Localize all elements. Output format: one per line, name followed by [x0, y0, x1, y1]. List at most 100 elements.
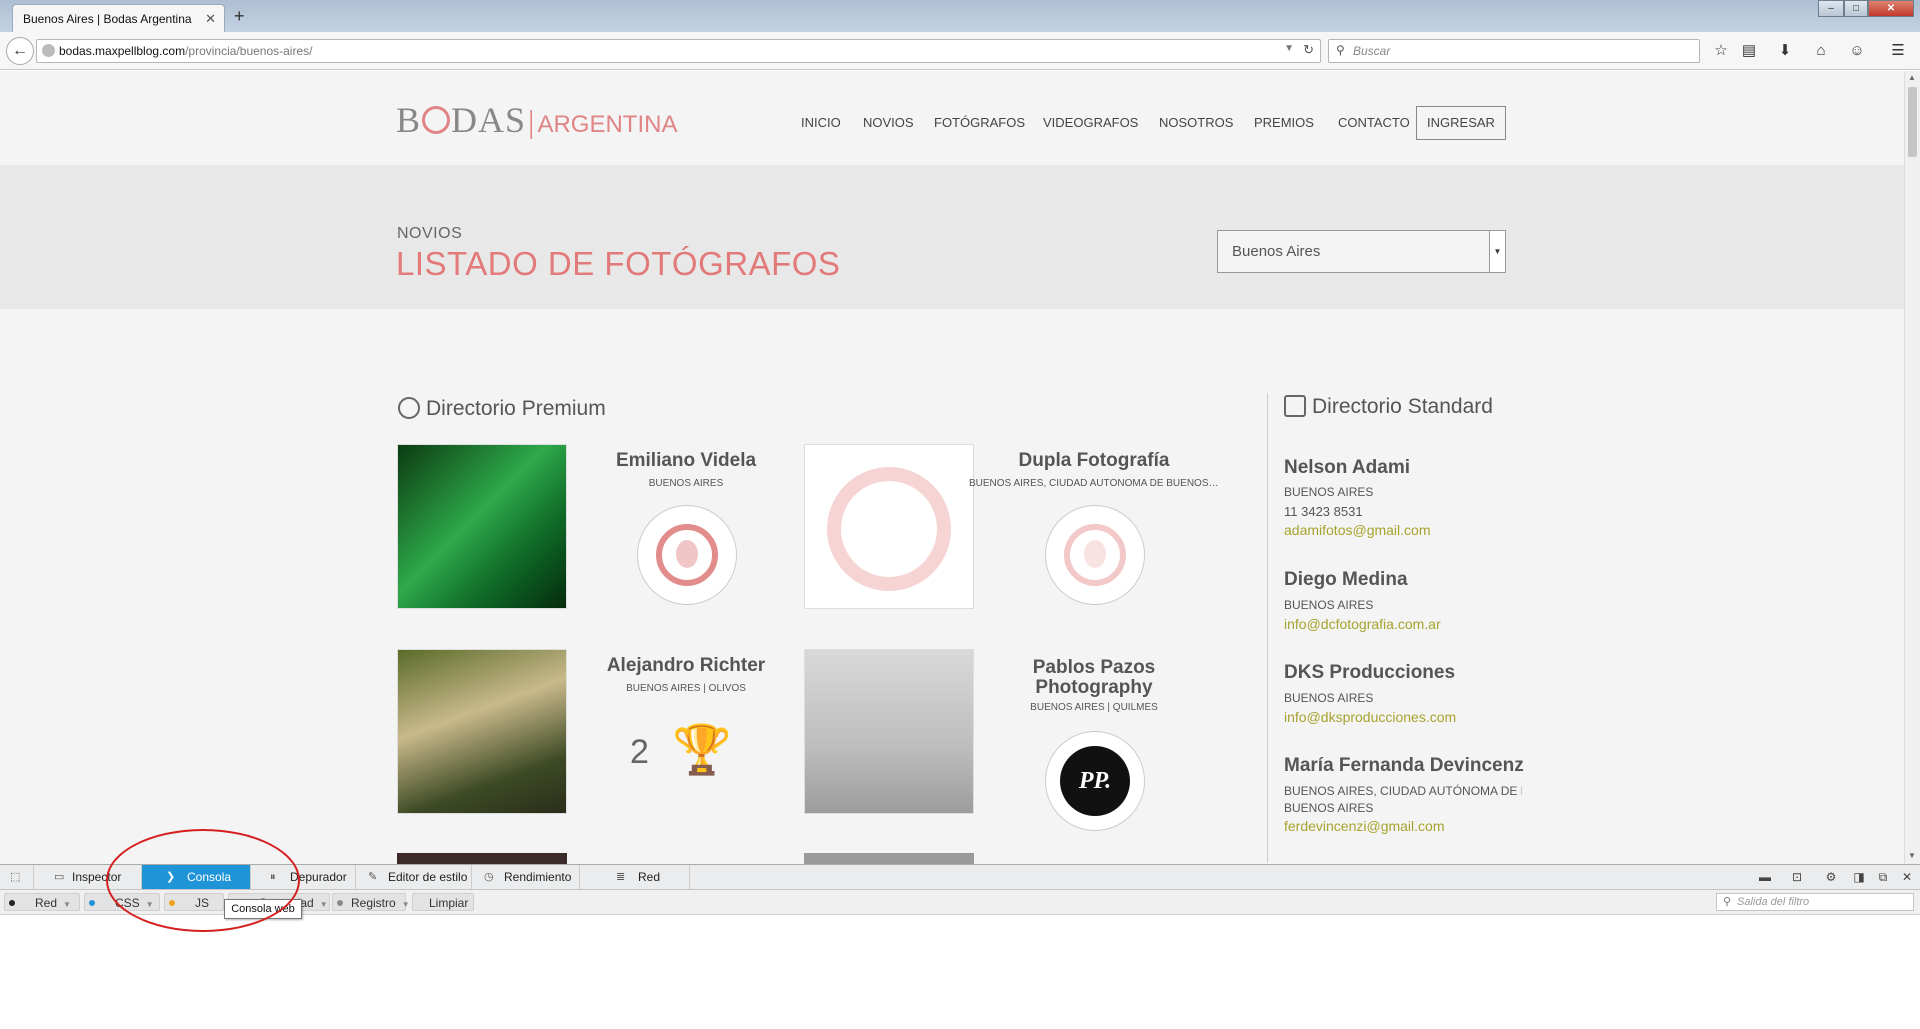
- photographer-photo[interactable]: [804, 444, 974, 609]
- nav-inicio[interactable]: INICIO: [801, 115, 841, 130]
- chevron-down-icon: ▼: [63, 900, 71, 909]
- site-identity-icon[interactable]: [42, 44, 55, 57]
- navigation-toolbar: ← bodas.maxpellblog.com/provincia/buenos…: [0, 32, 1920, 70]
- standard-location: BUENOS AIRES, CIUDAD AUTÓNOMA DE BUENOS …: [1284, 784, 1522, 798]
- settings-gear-icon[interactable]: ⚙: [1823, 869, 1839, 885]
- login-button[interactable]: INGRESAR: [1416, 106, 1506, 140]
- standard-name[interactable]: Nelson Adami: [1284, 457, 1524, 479]
- premium-heading-text: Directorio Premium: [426, 397, 606, 420]
- filter-net-button[interactable]: Red ▼: [4, 893, 80, 911]
- standard-name[interactable]: DKS Producciones: [1284, 662, 1524, 684]
- console-filter-input[interactable]: ⚲ Salida del filtro: [1716, 893, 1914, 911]
- page-scrollbar[interactable]: ▲ ▼: [1904, 71, 1920, 864]
- responsive-mode-icon[interactable]: ⊡: [1789, 869, 1805, 885]
- search-input[interactable]: ⚲ Buscar: [1328, 39, 1700, 63]
- logo-separator: |: [528, 103, 536, 139]
- name-line-1: Pablos Pazos: [1032, 657, 1156, 678]
- standard-email[interactable]: adamifotos@gmail.com: [1284, 522, 1431, 538]
- browser-tab[interactable]: Buenos Aires | Bodas Argentina ✕: [12, 4, 225, 32]
- photographer-name[interactable]: Emiliano Videla: [561, 451, 811, 471]
- hero-subtitle: NOVIOS: [397, 225, 463, 242]
- url-bar[interactable]: bodas.maxpellblog.com/provincia/buenos-a…: [36, 39, 1321, 63]
- window-close-icon[interactable]: ✕: [1868, 0, 1914, 17]
- chevron-down-icon: ▼: [401, 900, 410, 909]
- tab-style-editor[interactable]: ✎ Editor de estilo: [364, 865, 472, 889]
- photographer-photo[interactable]: [804, 649, 974, 814]
- photographer-name[interactable]: Dupla Fotografía: [969, 451, 1219, 471]
- tab-performance[interactable]: ◷ Rendimiento: [480, 865, 580, 889]
- element-picker-icon[interactable]: ⬚: [0, 865, 34, 889]
- scrollbar-thumb[interactable]: [1908, 87, 1917, 157]
- award-count: 2: [630, 733, 649, 771]
- scroll-down-icon[interactable]: ▼: [1908, 851, 1916, 860]
- photographer-photo[interactable]: [397, 444, 567, 609]
- filter-log-button[interactable]: Registro ▼: [332, 893, 410, 911]
- photographer-name[interactable]: Pablos Pazos Photography: [969, 658, 1219, 698]
- url-history-dropdown-icon[interactable]: ▼: [1284, 43, 1294, 54]
- standard-email[interactable]: ferdevincenzi@gmail.com: [1284, 818, 1445, 834]
- photographer-avatar[interactable]: PP.: [1045, 731, 1145, 831]
- photographer-photo[interactable]: [397, 853, 567, 864]
- province-select[interactable]: Buenos Aires ▼: [1217, 230, 1506, 273]
- standard-heading-text: Directorio Standard: [1312, 395, 1493, 418]
- downloads-icon[interactable]: ⬇: [1774, 40, 1796, 62]
- pencil-icon: ✎: [368, 871, 378, 883]
- clear-console-button[interactable]: Limpiar: [412, 893, 474, 911]
- scroll-up-icon[interactable]: ▲: [1908, 73, 1916, 82]
- tab-title: Buenos Aires | Bodas Argentina: [23, 12, 192, 26]
- maximize-icon[interactable]: □: [1844, 0, 1868, 17]
- status-dot-icon: [89, 900, 95, 906]
- standard-location-2: BUENOS AIRES: [1284, 801, 1374, 815]
- nav-videografos[interactable]: VIDEOGRAFOS: [1043, 115, 1138, 130]
- nav-premios[interactable]: PREMIOS: [1254, 115, 1314, 130]
- nav-contacto[interactable]: CONTACTO: [1338, 115, 1410, 130]
- split-console-icon[interactable]: ▬: [1757, 869, 1773, 885]
- menu-hamburger-icon[interactable]: ☰: [1887, 40, 1909, 62]
- avatar-default-icon: [656, 524, 718, 586]
- nav-nosotros[interactable]: NOSOTROS: [1159, 115, 1233, 130]
- inspector-icon: ▭: [54, 871, 65, 883]
- back-button[interactable]: ←: [6, 37, 34, 65]
- photographer-photo[interactable]: [397, 649, 567, 814]
- pp-logo: PP.: [1060, 746, 1130, 816]
- site-header: B DAS|ARGENTINA INICIO NOVIOS FOTÓGRAFOS …: [0, 71, 1904, 165]
- standard-location: BUENOS AIRES: [1284, 691, 1374, 705]
- standard-directory-heading: Directorio Standard: [1284, 395, 1493, 419]
- reading-list-icon[interactable]: ▤: [1738, 40, 1760, 62]
- chevron-down-icon: ▼: [319, 900, 328, 909]
- column-divider: [1267, 393, 1268, 863]
- undock-window-icon[interactable]: ⧉: [1875, 869, 1891, 885]
- filter-placeholder: Salida del filtro: [1737, 896, 1810, 908]
- window-titlebar: Buenos Aires | Bodas Argentina ✕ + – □ ✕: [0, 0, 1920, 32]
- logo-text: DAS: [451, 100, 527, 140]
- province-selected-value: Buenos Aires: [1232, 243, 1321, 260]
- minimize-icon[interactable]: –: [1818, 0, 1844, 17]
- photographer-location: BUENOS AIRES, CIUDAD AUTÓNOMA DE BUENOS …: [969, 478, 1219, 489]
- new-tab-icon[interactable]: +: [234, 6, 245, 27]
- standard-email[interactable]: info@dksproducciones.com: [1284, 709, 1456, 725]
- standard-name[interactable]: Diego Medina: [1284, 569, 1524, 591]
- bookmark-star-icon[interactable]: ☆: [1710, 40, 1732, 62]
- tab-close-icon[interactable]: ✕: [205, 11, 216, 27]
- standard-name[interactable]: María Fernanda Devincenzi: [1284, 755, 1524, 777]
- photographer-avatar[interactable]: [1045, 505, 1145, 605]
- standard-email[interactable]: info@dcfotografia.com.ar: [1284, 616, 1441, 632]
- reload-icon[interactable]: ↻: [1303, 42, 1314, 58]
- nav-novios[interactable]: NOVIOS: [863, 115, 914, 130]
- name-line-2: Photography: [1035, 677, 1153, 698]
- url-path: /provincia/buenos-aires/: [185, 44, 313, 58]
- placeholder-logo-icon: [827, 467, 951, 591]
- devtools-close-icon[interactable]: ✕: [1899, 869, 1915, 885]
- photographer-avatar[interactable]: [637, 505, 737, 605]
- tab-network[interactable]: ≣ Red: [610, 865, 690, 889]
- dock-side-icon[interactable]: ◨: [1851, 869, 1867, 885]
- logo-subtitle: ARGENTINA: [537, 111, 678, 138]
- photographer-photo[interactable]: [804, 853, 974, 864]
- site-logo[interactable]: B DAS|ARGENTINA: [396, 99, 677, 141]
- standard-location: BUENOS AIRES: [1284, 485, 1374, 499]
- nav-fotografos[interactable]: FOTÓGRAFOS: [934, 115, 1025, 130]
- home-icon[interactable]: ⌂: [1810, 40, 1832, 62]
- hero-banner: NOVIOS LISTADO DE FOTÓGRAFOS: [0, 165, 1904, 309]
- photographer-name[interactable]: Alejandro Richter: [561, 656, 811, 676]
- chat-icon[interactable]: ☺: [1846, 40, 1868, 62]
